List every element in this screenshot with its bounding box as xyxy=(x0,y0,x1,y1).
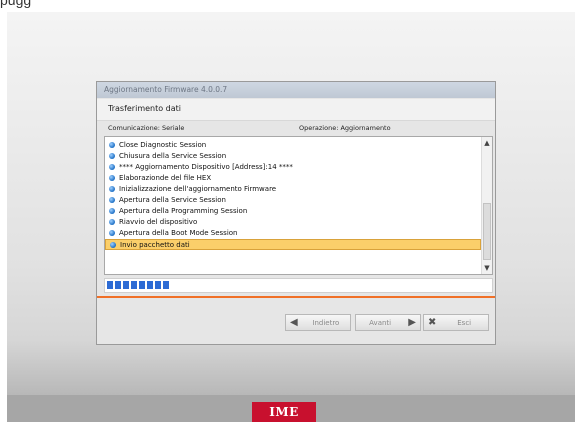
log-item-label: Elaborazionde del file HEX xyxy=(119,174,212,182)
log-scrollbar[interactable]: ▲ ▼ xyxy=(481,137,492,274)
log-list-item[interactable]: Apertura della Service Session xyxy=(105,195,481,206)
log-list-item[interactable]: Invio pacchetto dati xyxy=(105,239,481,250)
bullet-icon xyxy=(109,186,115,192)
bullet-icon xyxy=(109,175,115,181)
next-button[interactable]: Avanti ▶ xyxy=(355,314,421,331)
subtitle: Trasferimento dati xyxy=(108,104,182,113)
bullet-icon xyxy=(109,153,115,159)
operation-label: Operazione: Aggiornamento xyxy=(299,124,391,132)
progress-block xyxy=(139,281,145,289)
arrow-left-icon: ◀ xyxy=(290,317,298,328)
progress-block xyxy=(107,281,113,289)
bullet-icon xyxy=(109,208,115,214)
progress-block xyxy=(163,281,169,289)
scroll-thumb[interactable] xyxy=(483,203,491,260)
log-item-label: **** Aggiornamento Dispositivo [Address]… xyxy=(119,163,293,171)
bullet-icon xyxy=(109,230,115,236)
progress-block xyxy=(115,281,121,289)
log-list-item[interactable]: Apertura della Boot Mode Session xyxy=(105,228,481,239)
dialog-subheader: Trasferimento dati xyxy=(97,99,495,121)
log-list-item[interactable]: Riavvio del dispositivo xyxy=(105,217,481,228)
progress-block xyxy=(147,281,153,289)
back-button[interactable]: ◀ Indietro xyxy=(285,314,351,331)
log-item-label: Invio pacchetto dati xyxy=(120,241,190,249)
progress-block xyxy=(155,281,161,289)
log-item-label: Inizializzazione dell'aggiornamento Firm… xyxy=(119,185,277,193)
log-item-label: Riavvio del dispositivo xyxy=(119,218,198,226)
divider-line xyxy=(97,296,495,298)
scroll-down-icon[interactable]: ▼ xyxy=(483,264,491,272)
firmware-update-dialog: Aggiornamento Firmware 4.0.0.7 Trasferim… xyxy=(96,81,496,345)
ime-logo: IME xyxy=(252,402,316,422)
log-list[interactable]: Invio pacchetto dati Apertura della Boot … xyxy=(104,136,493,275)
log-list-item[interactable]: Elaborazionde del file HEX xyxy=(105,173,481,184)
log-list-item[interactable]: Close Diagnostic Session xyxy=(105,140,481,151)
bullet-icon xyxy=(110,242,116,248)
progress-bar xyxy=(104,278,493,293)
bullet-icon xyxy=(109,197,115,203)
progress-block xyxy=(131,281,137,289)
progress-block xyxy=(123,281,129,289)
scroll-up-icon[interactable]: ▲ xyxy=(483,139,491,147)
dialog-title: Aggiornamento Firmware 4.0.0.7 xyxy=(97,82,495,98)
log-item-label: Apertura della Boot Mode Session xyxy=(119,229,238,237)
log-item-label: Close Diagnostic Session xyxy=(119,141,207,149)
bullet-icon xyxy=(109,164,115,170)
close-x-icon: ✖ xyxy=(428,317,437,328)
log-list-item[interactable]: Inizializzazione dell'aggiornamento Firm… xyxy=(105,184,481,195)
top-partial-text: pugg xyxy=(0,0,32,8)
log-list-item[interactable]: **** Aggiornamento Dispositivo [Address]… xyxy=(105,162,481,173)
exit-button[interactable]: ✖ Esci xyxy=(423,314,489,331)
log-item-label: Chiusura della Service Session xyxy=(119,152,227,160)
bullet-icon xyxy=(109,142,115,148)
log-item-label: Apertura della Programming Session xyxy=(119,207,248,215)
log-list-item[interactable]: Chiusura della Service Session xyxy=(105,151,481,162)
arrow-right-icon: ▶ xyxy=(408,317,416,328)
communication-label: Comunicazione: Seriale xyxy=(108,124,185,132)
bullet-icon xyxy=(109,219,115,225)
log-list-item[interactable]: Apertura della Programming Session xyxy=(105,206,481,217)
log-item-label: Apertura della Service Session xyxy=(119,196,226,204)
